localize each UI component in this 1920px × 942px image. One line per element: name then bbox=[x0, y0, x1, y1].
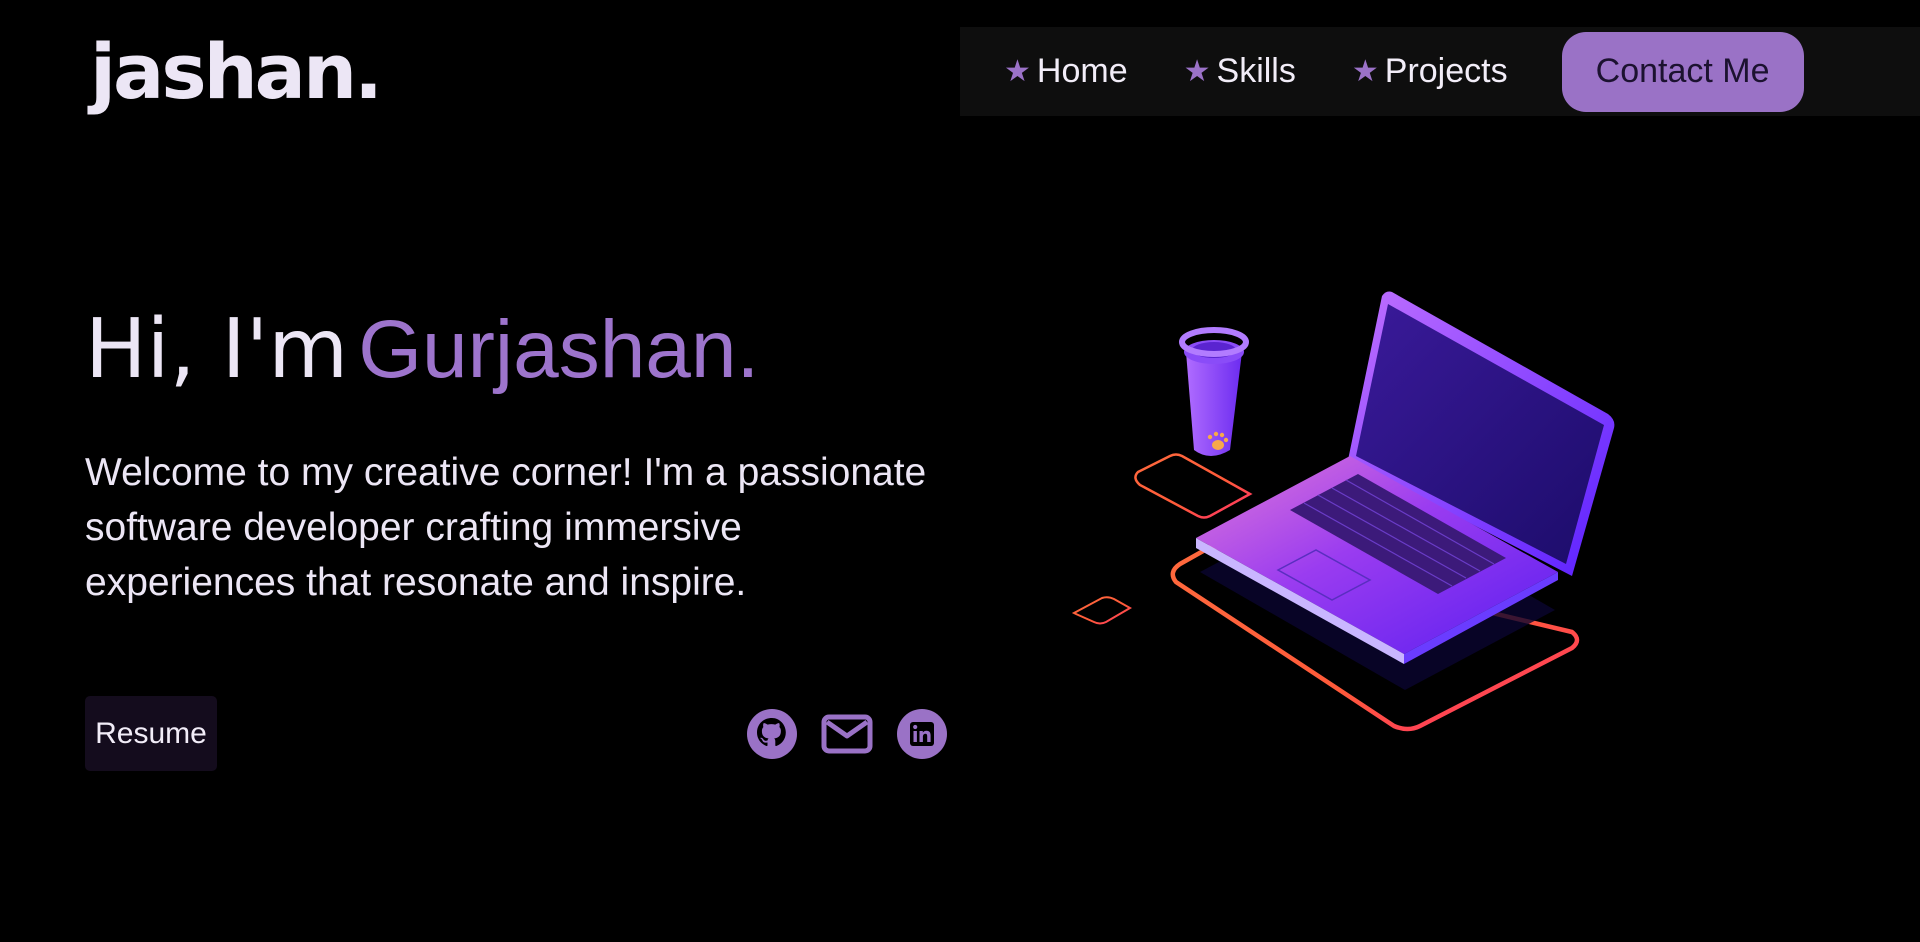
nav-item-projects[interactable]: ★ Projects bbox=[1352, 27, 1508, 116]
social-links bbox=[746, 708, 948, 760]
nav-item-skills[interactable]: ★ Skills bbox=[1184, 27, 1296, 116]
github-icon bbox=[747, 709, 797, 759]
resume-button[interactable]: Resume bbox=[85, 696, 217, 771]
hero-greeting: Hi, I'm bbox=[85, 302, 349, 397]
linkedin-link[interactable] bbox=[896, 708, 948, 760]
star-icon: ★ bbox=[1183, 54, 1211, 88]
star-icon: ★ bbox=[1004, 54, 1031, 88]
github-link[interactable] bbox=[746, 708, 798, 760]
nav-item-home[interactable]: ★ Home bbox=[1004, 27, 1128, 116]
site-logo[interactable]: jashan. bbox=[90, 24, 383, 120]
email-link[interactable] bbox=[821, 708, 873, 760]
nav-item-label: Projects bbox=[1384, 52, 1508, 90]
nav-item-label: Home bbox=[1036, 52, 1128, 90]
hero-description: Welcome to my creative corner! I'm a pas… bbox=[85, 451, 927, 604]
hero-name: Gurjashan. bbox=[358, 304, 760, 395]
contact-me-button[interactable]: Contact Me bbox=[1561, 31, 1804, 112]
nav-item-label: Skills bbox=[1216, 52, 1296, 90]
star-icon: ★ bbox=[1351, 54, 1379, 88]
laptop-coffee-illustration bbox=[1071, 291, 1615, 732]
mail-icon bbox=[821, 714, 873, 754]
hero-title: Hi, I'm Gurjashan. bbox=[85, 300, 759, 400]
navbar: ★ Home ★ Skills ★ Projects Contact Me bbox=[960, 27, 1920, 116]
linkedin-icon bbox=[897, 709, 947, 759]
